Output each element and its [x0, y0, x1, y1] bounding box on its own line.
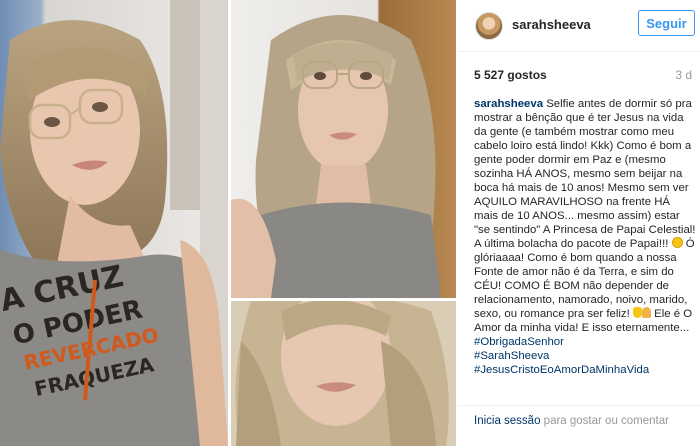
username-link[interactable]: sarahsheeva: [512, 17, 591, 32]
avatar[interactable]: [475, 12, 503, 40]
login-prompt-text: para gostar ou comentar: [540, 415, 669, 427]
login-link[interactable]: Inicia sessão: [474, 415, 540, 427]
post-sidebar: sarahsheeva Seguir 5 527 gostos 3 d sara…: [458, 0, 700, 446]
post-header: sarahsheeva Seguir: [458, 0, 700, 52]
main-selfie-photo[interactable]: A CRUZ O PODER REVERCADO FRAQUEZA: [0, 0, 228, 446]
post-stats: 5 527 gostos 3 d: [474, 68, 692, 84]
hashtag-obrigada-senhor[interactable]: #ObrigadaSenhor: [474, 336, 564, 348]
top-right-selfie-image: [231, 0, 456, 298]
caption-username-link[interactable]: sarahsheeva: [474, 98, 543, 110]
post-caption: sarahsheeva Selfie antes de dormir só pr…: [474, 97, 696, 377]
hashtag-sarah-sheeva[interactable]: #SarahSheeva: [474, 350, 549, 362]
photo-collage: A CRUZ O PODER REVERCADO FRAQUEZA: [0, 0, 456, 446]
top-right-selfie-photo[interactable]: [231, 0, 456, 298]
main-selfie-image: A CRUZ O PODER REVERCADO FRAQUEZA: [0, 0, 228, 446]
likes-count[interactable]: 5 527 gostos: [474, 68, 547, 82]
post-time[interactable]: 3 d: [675, 68, 692, 82]
hashtag-jesus-cristo[interactable]: #JesusCristoEoAmorDaMinhaVida: [474, 364, 649, 376]
follow-button[interactable]: Seguir: [638, 10, 695, 36]
post-footer: Inicia sessão para gostar ou comentar: [458, 405, 700, 446]
bottom-right-selfie-photo[interactable]: [231, 301, 456, 446]
thumbs-up-emoji-icon: [632, 307, 642, 318]
grin-emoji-icon: [671, 237, 683, 248]
praying-hands-emoji-icon: [641, 307, 651, 318]
login-prompt: Inicia sessão para gostar ou comentar: [474, 414, 689, 428]
bottom-right-selfie-image: [231, 301, 456, 446]
caption-text-part1: Selfie antes de dormir só pra mostrar a …: [474, 98, 696, 250]
